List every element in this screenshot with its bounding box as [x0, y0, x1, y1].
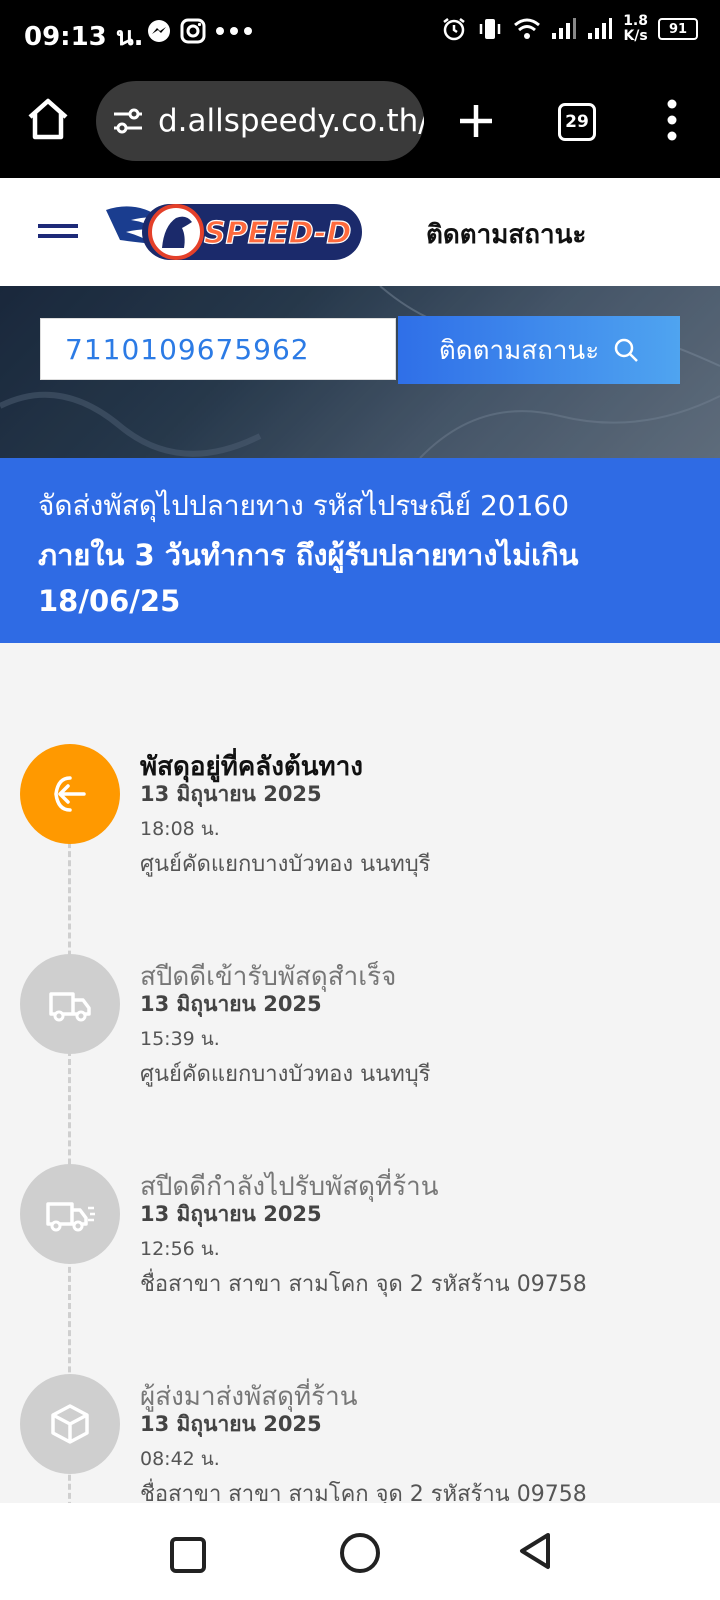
address-bar[interactable]: d.allspeedy.co.th/	[96, 81, 424, 161]
timeline-status-circle	[20, 954, 120, 1054]
timeline-date: 13 มิถุนายน 2025	[140, 1412, 322, 1436]
timeline-location: ศูนย์คัดแยกบางบัวทอง นนทบุรี	[140, 852, 431, 877]
url-text: d.allspeedy.co.th/	[158, 103, 424, 139]
status-time: 09:13 น.	[24, 22, 144, 52]
timeline-time: 18:08 น.	[140, 818, 220, 840]
browser-toolbar: d.allspeedy.co.th/ 29	[0, 65, 720, 178]
delivery-deadline: ภายใน 3 วันทำการ ถึงผู้รับปลายทางไม่เกิน…	[38, 538, 579, 618]
search-icon	[614, 338, 639, 362]
logo-text: SPEED-D	[204, 216, 351, 251]
timeline-time: 08:42 น.	[140, 1448, 220, 1470]
nav-track-status[interactable]: ติดตามสถานะ	[426, 214, 586, 255]
home-icon[interactable]	[24, 95, 72, 143]
speed-d-logo[interactable]: SPEED-D	[106, 196, 366, 268]
signal-icon	[588, 18, 613, 39]
timeline-time: 12:56 น.	[140, 1238, 220, 1260]
track-status-button[interactable]: ติดตามสถานะ	[398, 316, 680, 384]
timeline-date: 13 มิถุนายน 2025	[140, 992, 322, 1016]
timeline-location: ชื่อสาขา สาขา สามโคก จุด 2 รหัสร้าน 0975…	[140, 1482, 587, 1503]
timeline-date: 13 มิถุนายน 2025	[140, 782, 322, 806]
timeline-time: 15:39 น.	[140, 1028, 220, 1050]
warehouse-arrow-icon	[54, 776, 86, 812]
net-speed: 1.8 K/s	[623, 13, 648, 44]
instagram-icon	[180, 18, 206, 44]
timeline-item: ผู้ส่งมาส่งพัสดุที่ร้าน 13 มิถุนายน 2025…	[0, 1374, 720, 1503]
timeline-date: 13 มิถุนายน 2025	[140, 1202, 322, 1226]
fast-truck-icon	[46, 1202, 95, 1232]
recents-button[interactable]	[170, 1537, 206, 1573]
system-nav-bar	[0, 1503, 720, 1600]
hamburger-menu-icon[interactable]	[38, 224, 78, 240]
timeline-status-circle	[20, 1374, 120, 1474]
timeline-status-circle	[20, 744, 120, 844]
overflow-menu-icon[interactable]	[662, 97, 682, 143]
back-icon[interactable]	[514, 1531, 554, 1571]
timeline-status-circle	[20, 1164, 120, 1264]
site-header: SPEED-D ติดตามสถานะ	[0, 178, 720, 286]
battery-indicator: 91	[658, 18, 698, 40]
alarm-icon	[443, 18, 465, 41]
home-button[interactable]	[340, 1533, 380, 1573]
more-dots-icon	[216, 27, 252, 35]
tracking-timeline: พัสดุอยู่ที่คลังต้นทาง 13 มิถุนายน 2025 …	[0, 643, 720, 1503]
timeline-item: สปีดดีกำลังไปรับพัสดุที่ร้าน 13 มิถุนายน…	[0, 1164, 720, 1364]
timeline-item: สปีดดีเข้ารับพัสดุสำเร็จ 13 มิถุนายน 202…	[0, 954, 720, 1154]
hero-search-section: 7110109675962 ติดตามสถานะ	[0, 286, 720, 458]
package-box-icon	[51, 1404, 89, 1444]
delivery-destination: จัดส่งพัสดุไปปลายทาง รหัสไปรษณีย์ 20160	[38, 489, 570, 522]
status-bar: 09:13 น. 1.8 K/s 91	[0, 0, 720, 65]
timeline-item: พัสดุอยู่ที่คลังต้นทาง 13 มิถุนายน 2025 …	[0, 744, 720, 944]
messenger-icon	[148, 20, 170, 42]
wifi-icon	[514, 18, 541, 39]
tracking-number-input[interactable]: 7110109675962	[40, 318, 396, 380]
tabs-icon[interactable]: 29	[558, 103, 596, 141]
timeline-location: ศูนย์คัดแยกบางบัวทอง นนทบุรี	[140, 1062, 431, 1087]
plus-icon[interactable]	[456, 101, 496, 141]
truck-icon	[49, 992, 91, 1022]
track-status-button-label: ติดตามสถานะ	[438, 335, 600, 366]
site-settings-icon[interactable]	[112, 105, 144, 137]
vibrate-icon	[479, 19, 501, 39]
timeline-location: ชื่อสาขา สาขา สามโคก จุด 2 รหัสร้าน 0975…	[140, 1272, 587, 1297]
signal-icon	[552, 18, 577, 39]
delivery-estimate-banner: จัดส่งพัสดุไปปลายทาง รหัสไปรษณีย์ 20160 …	[0, 458, 720, 643]
